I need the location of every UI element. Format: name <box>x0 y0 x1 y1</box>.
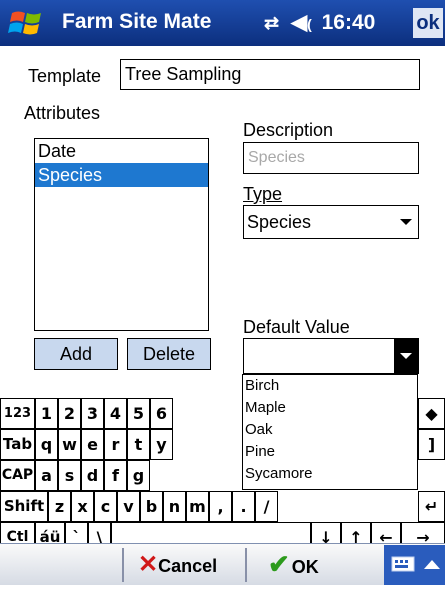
list-item[interactable]: Date <box>35 139 208 163</box>
key-b[interactable]: b <box>140 491 163 522</box>
separator <box>122 548 124 582</box>
key-y[interactable]: y <box>150 429 173 460</box>
dropdown-option[interactable]: Maple <box>243 397 417 419</box>
key-g[interactable]: g <box>127 460 150 491</box>
windows-start-icon[interactable] <box>8 7 46 39</box>
chevron-down-icon <box>400 219 412 225</box>
dropdown-option[interactable]: Oak <box>243 419 417 441</box>
app-title: Farm Site Mate <box>62 10 212 33</box>
keyboard-icon <box>391 556 440 572</box>
key-tab[interactable]: Tab <box>0 429 35 460</box>
cancel-x-icon: ✕ <box>138 551 159 578</box>
key-n[interactable]: n <box>163 491 186 522</box>
key-s[interactable]: s <box>58 460 81 491</box>
ok-softkey[interactable]: ✔ OK <box>268 544 319 585</box>
key-1[interactable]: 1 <box>35 398 58 429</box>
list-item[interactable]: Species <box>35 163 208 187</box>
key-f[interactable]: f <box>104 460 127 491</box>
key-x[interactable]: x <box>71 491 94 522</box>
key-caps[interactable]: CAP <box>0 460 35 491</box>
key-c[interactable]: c <box>94 491 117 522</box>
key-period[interactable]: . <box>232 491 255 522</box>
key-z[interactable]: z <box>48 491 71 522</box>
description-input[interactable]: Species <box>243 142 419 174</box>
default-value-select[interactable] <box>243 338 419 374</box>
status-area: ⇄ ◀( 16:40 <box>264 10 375 35</box>
key-comma[interactable]: , <box>209 491 232 522</box>
key-e[interactable]: e <box>81 429 104 460</box>
softkey-bar: ✕Cancel ✔ OK <box>0 543 445 585</box>
attributes-label: Attributes <box>24 103 101 123</box>
key-4[interactable]: 4 <box>104 398 127 429</box>
cancel-label: Cancel <box>158 556 218 576</box>
type-label: Type <box>243 184 283 204</box>
key-t[interactable]: t <box>127 429 150 460</box>
key-w[interactable]: w <box>58 429 81 460</box>
checkmark-icon: ✔ <box>268 549 290 579</box>
add-button[interactable]: Add <box>34 338 118 370</box>
template-input[interactable]: Tree Sampling <box>120 59 420 90</box>
separator <box>245 548 247 582</box>
description-label: Description <box>243 120 334 140</box>
type-select[interactable]: Species <box>243 205 419 239</box>
key-right-bracket[interactable]: ] <box>418 429 445 460</box>
chevron-up-icon <box>424 560 440 569</box>
key-diamond[interactable]: ◆ <box>418 398 445 429</box>
keyboard-toggle-button[interactable] <box>384 545 445 585</box>
key-123[interactable]: 123 <box>0 398 35 429</box>
title-ok-button[interactable]: ok <box>413 8 443 38</box>
dropdown-option[interactable]: Pine <box>243 441 417 463</box>
default-value-dropdown[interactable]: Birch Maple Oak Pine Sycamore <box>242 374 418 490</box>
dropdown-option[interactable]: Sycamore <box>243 463 417 485</box>
key-shift[interactable]: Shift <box>0 491 48 522</box>
ok-label: OK <box>291 557 319 577</box>
key-m[interactable]: m <box>186 491 209 522</box>
key-3[interactable]: 3 <box>81 398 104 429</box>
chevron-down-icon <box>394 339 418 373</box>
key-q[interactable]: q <box>35 429 58 460</box>
volume-icon[interactable]: ◀ <box>291 11 307 34</box>
dropdown-option[interactable]: Birch <box>243 375 417 397</box>
title-bar: Farm Site Mate ⇄ ◀( 16:40 ok <box>0 0 445 46</box>
key-2[interactable]: 2 <box>58 398 81 429</box>
key-d[interactable]: d <box>81 460 104 491</box>
default-value-label: Default Value <box>243 317 350 337</box>
key-5[interactable]: 5 <box>127 398 150 429</box>
key-r[interactable]: r <box>104 429 127 460</box>
cancel-softkey[interactable]: ✕Cancel <box>138 544 217 585</box>
key-a[interactable]: a <box>35 460 58 491</box>
key-v[interactable]: v <box>117 491 140 522</box>
key-enter[interactable]: ↵ <box>418 491 445 522</box>
delete-button[interactable]: Delete <box>127 338 211 370</box>
attributes-list[interactable]: Date Species <box>34 138 209 331</box>
volume-waves-icon: ( <box>307 16 312 32</box>
type-select-value: Species <box>247 212 312 232</box>
key-6[interactable]: 6 <box>150 398 173 429</box>
key-slash[interactable]: / <box>255 491 278 522</box>
clock[interactable]: 16:40 <box>322 11 376 34</box>
connectivity-icon[interactable]: ⇄ <box>264 13 279 33</box>
template-label: Template <box>28 66 102 86</box>
